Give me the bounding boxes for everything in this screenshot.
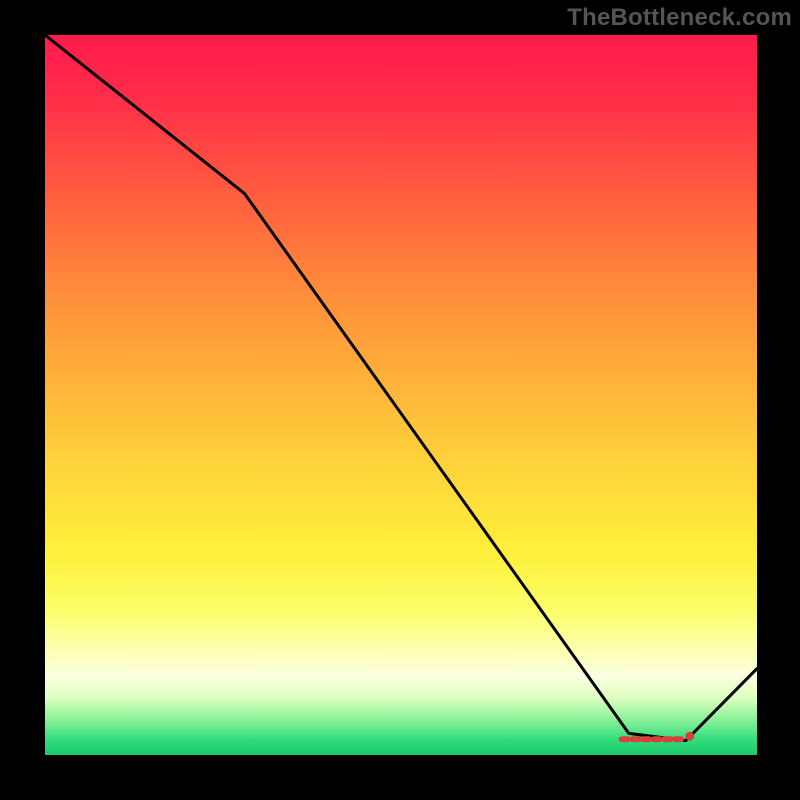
bottleneck-curve: [45, 35, 757, 741]
attribution-label: TheBottleneck.com: [567, 4, 792, 32]
chart-container: TheBottleneck.com: [0, 0, 800, 800]
chart-svg: [45, 35, 757, 755]
plot-area: [45, 35, 757, 755]
